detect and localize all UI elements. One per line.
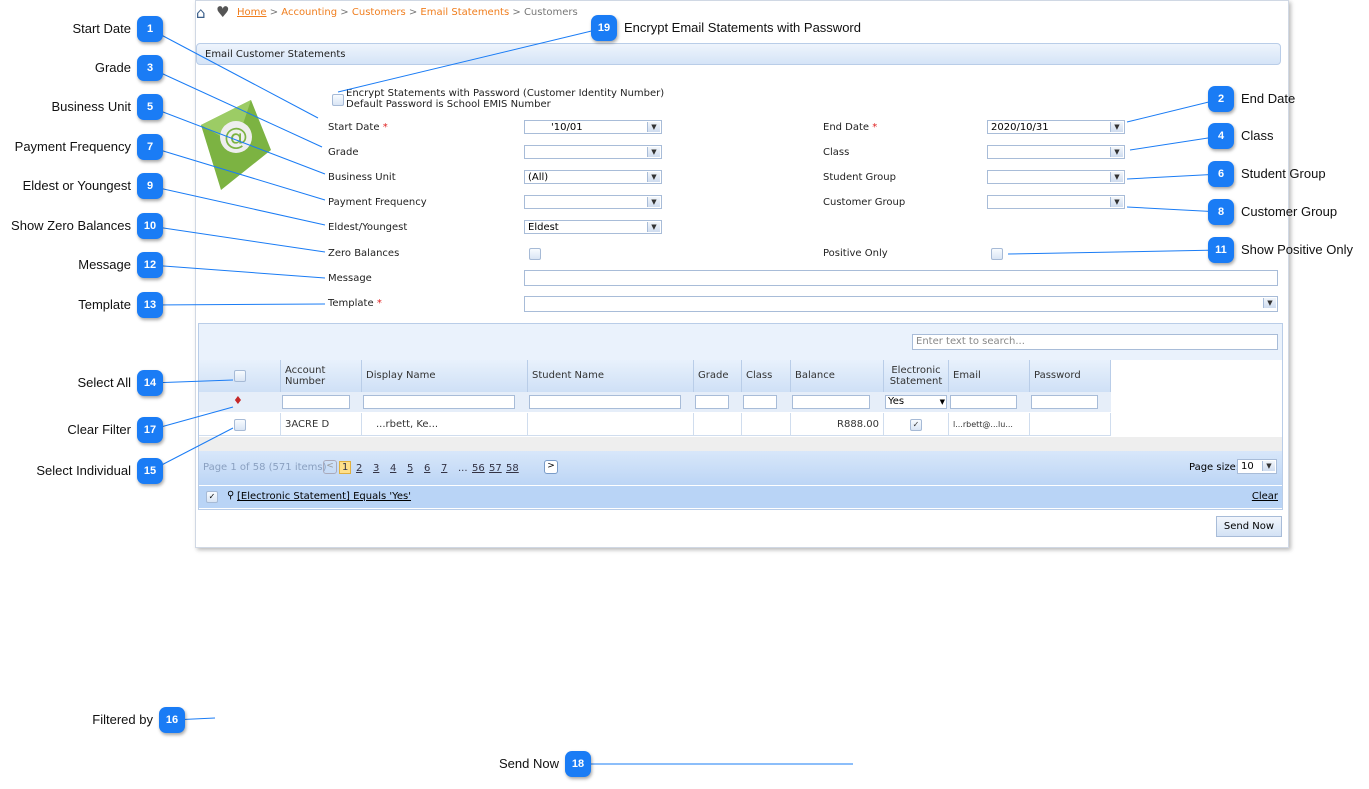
callout-line	[337, 27, 605, 93]
callout-badge: 6	[1208, 161, 1234, 187]
callout-label: Show Positive Only	[1241, 242, 1353, 257]
callout-badge: 8	[1208, 199, 1234, 225]
callout-label: Eldest or Youngest	[22, 178, 131, 193]
callout-label: Business Unit	[51, 99, 131, 114]
callout-label: Select All	[77, 375, 131, 390]
callout-badge: 19	[591, 15, 617, 41]
callout-line	[1126, 173, 1222, 180]
callout-label: Message	[78, 257, 131, 272]
callout-label: Filtered by	[92, 712, 153, 727]
callout-label: Send Now	[499, 756, 559, 771]
callout-badge: 4	[1208, 123, 1234, 149]
callout-line	[1007, 249, 1222, 255]
callout-label: Encrypt Email Statements with Password	[624, 20, 861, 35]
callout-badge: 10	[137, 213, 163, 239]
callout-badge: 7	[137, 134, 163, 160]
callout-label: Grade	[94, 60, 131, 75]
callout-label: Student Group	[1241, 166, 1326, 181]
callout-label: End Date	[1241, 91, 1296, 106]
callout-label: Start Date	[72, 21, 131, 36]
callout-line	[1126, 206, 1222, 213]
callout-badge: 9	[137, 173, 163, 199]
callout-badge: 2	[1208, 86, 1234, 112]
callout-line	[149, 264, 326, 279]
callout-badge: 1	[137, 16, 163, 42]
callout-badge: 13	[137, 292, 163, 318]
callout-line	[1126, 98, 1222, 123]
callout-badge: 3	[137, 55, 163, 81]
callout-badge: 16	[159, 707, 185, 733]
callout-label: Template	[78, 297, 131, 312]
callout-label: Class	[1241, 128, 1274, 143]
callout-label: Customer Group	[1241, 204, 1338, 219]
callout-label: Payment Frequency	[14, 139, 131, 154]
callout-badge: 5	[137, 94, 163, 120]
callout-lines	[149, 27, 1222, 765]
callout-line	[149, 106, 326, 175]
callout-label: Clear Filter	[67, 422, 131, 437]
callout-badge: 18	[565, 751, 591, 777]
callout-badge: 17	[137, 417, 163, 443]
callout-badge: 12	[137, 252, 163, 278]
callout-badge: 11	[1208, 237, 1234, 263]
callout-line	[149, 67, 323, 148]
callout-badge: 15	[137, 458, 163, 484]
callout-badge: 14	[137, 370, 163, 396]
callout-line	[149, 303, 326, 306]
callout-label: Show Zero Balances	[11, 218, 131, 233]
callout-line	[149, 28, 319, 119]
callout-line	[149, 225, 326, 253]
callout-label: Select Individual	[36, 463, 131, 478]
